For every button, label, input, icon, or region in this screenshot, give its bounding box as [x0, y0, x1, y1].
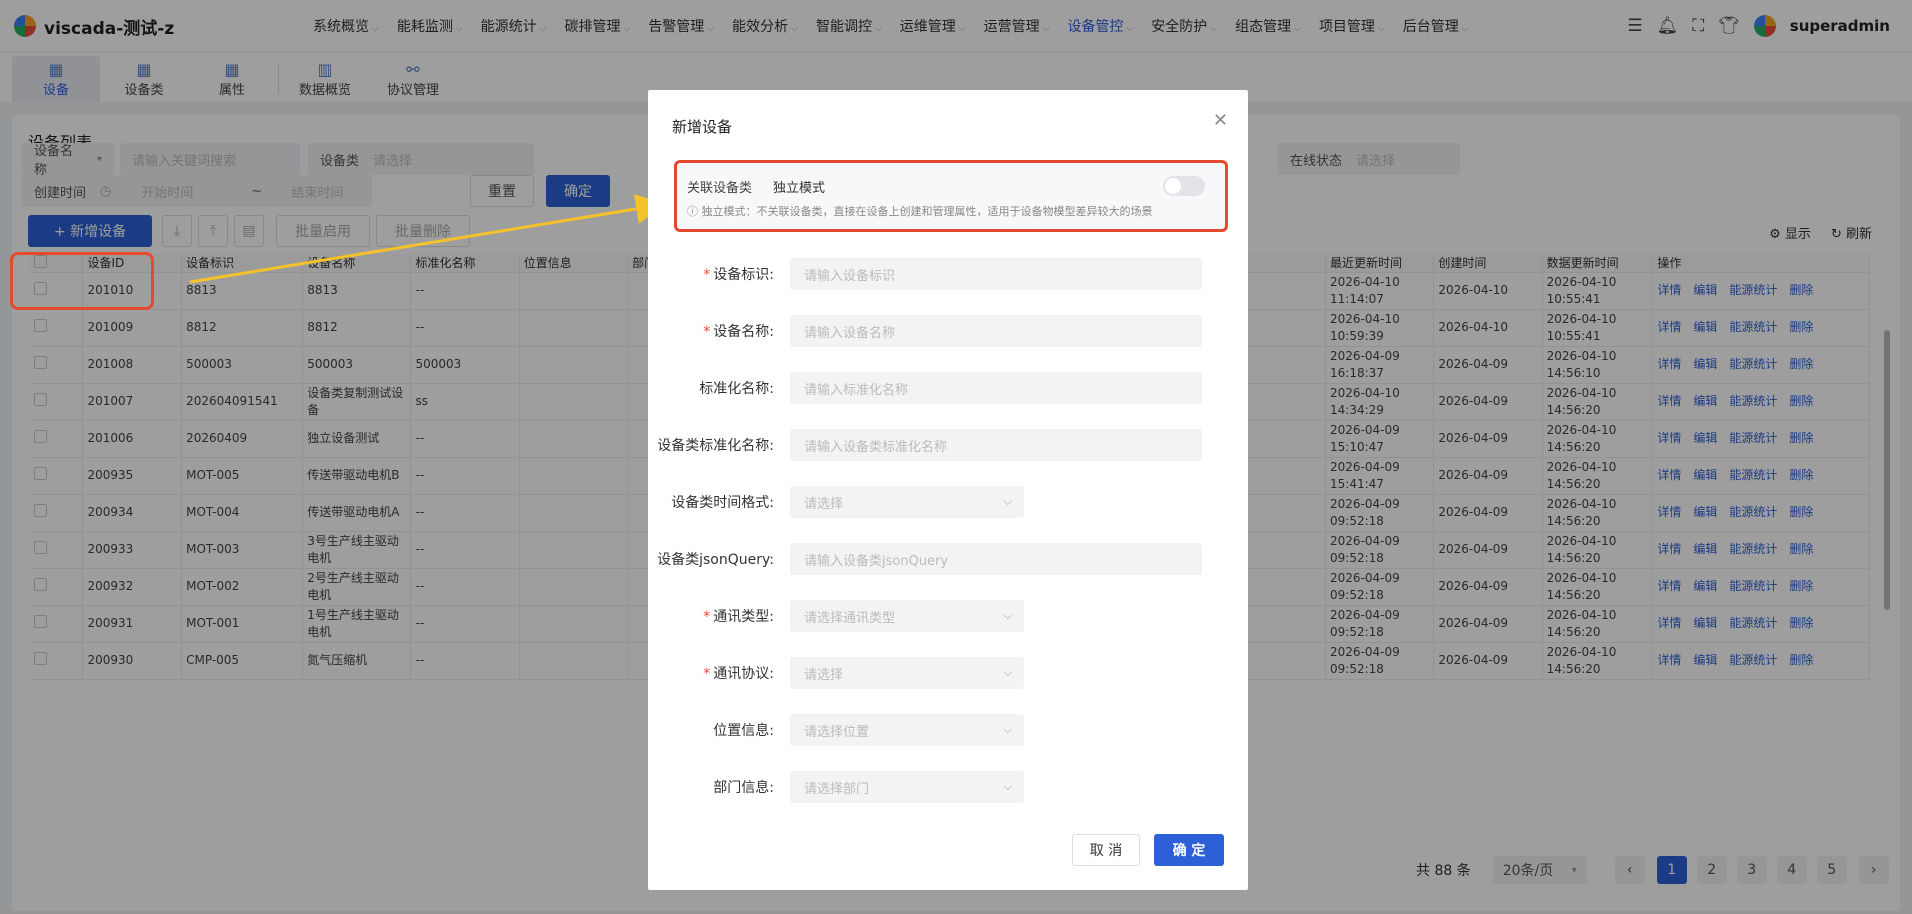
form-label: 位置信息: [713, 723, 774, 739]
form-label: * 设备名称: [703, 324, 774, 340]
form-label: 设备类jsonQuery: [657, 552, 774, 568]
mode-tip: ⓘ 独立模式：不关联设备类，直接在设备上创建和管理属性，适用于设备物模型差异较大… [687, 205, 1153, 218]
form-input[interactable]: 请输入设备名称 [790, 315, 1202, 347]
form-label: 部门信息: [713, 780, 774, 796]
confirm-button[interactable]: 确 定 [1154, 834, 1224, 866]
form-row: 标准化名称: 请输入标准化名称 [648, 372, 1202, 404]
chevron-down-icon: ⌵ [1003, 495, 1012, 508]
form-row: * 通讯类型: 请选择通讯类型 ⌵ [648, 600, 1024, 632]
form-row: * 设备名称: 请输入设备名称 [648, 315, 1202, 347]
chevron-down-icon: ⌵ [1003, 723, 1012, 736]
required-mark: * [703, 666, 711, 682]
required-mark: * [703, 267, 711, 283]
required-mark: * [703, 609, 711, 625]
mode-label: 关联设备类 [687, 181, 753, 196]
form-input[interactable]: 请输入设备标识 [790, 258, 1202, 290]
info-icon: ⓘ [687, 205, 698, 218]
form-row: 位置信息: 请选择位置 ⌵ [648, 714, 1024, 746]
cancel-button[interactable]: 取 消 [1072, 834, 1140, 866]
mode-section: 关联设备类 独立模式 ⓘ 独立模式：不关联设备类，直接在设备上创建和管理属性，适… [674, 160, 1228, 232]
form-select[interactable]: 请选择部门 ⌵ [790, 771, 1024, 803]
form-label: * 通讯类型: [703, 609, 774, 625]
chevron-down-icon: ⌵ [1003, 609, 1012, 622]
required-mark: * [703, 324, 711, 340]
form-select[interactable]: 请选择通讯类型 ⌵ [790, 600, 1024, 632]
form-row: * 通讯协议: 请选择 ⌵ [648, 657, 1024, 689]
chevron-down-icon: ⌵ [1003, 780, 1012, 793]
form-row: 部门信息: 请选择部门 ⌵ [648, 771, 1024, 803]
form-row: 设备类时间格式: 请选择 ⌵ [648, 486, 1024, 518]
form-row: * 设备标识: 请输入设备标识 [648, 258, 1202, 290]
form-select[interactable]: 请选择 ⌵ [790, 657, 1024, 689]
form-select[interactable]: 请选择 ⌵ [790, 486, 1024, 518]
close-icon[interactable]: ✕ [1213, 110, 1228, 131]
form-label: 设备类标准化名称: [657, 438, 774, 454]
form-label: * 通讯协议: [703, 666, 774, 682]
form-row: 设备类标准化名称: 请输入设备类标准化名称 [648, 429, 1202, 461]
modal-title: 新增设备 [672, 118, 733, 136]
form-label: 设备类时间格式: [671, 495, 774, 511]
form-row: 设备类jsonQuery: 请输入设备类jsonQuery [648, 543, 1202, 575]
form-label: 标准化名称: [699, 381, 774, 397]
link-device-class-toggle[interactable] [1163, 176, 1205, 196]
form-select[interactable]: 请选择位置 ⌵ [790, 714, 1024, 746]
chevron-down-icon: ⌵ [1003, 666, 1012, 679]
form-label: * 设备标识: [703, 267, 774, 283]
mode-value: 独立模式 [773, 181, 826, 196]
form-input[interactable]: 请输入设备类jsonQuery [790, 543, 1202, 575]
form-input[interactable]: 请输入标准化名称 [790, 372, 1202, 404]
form-input[interactable]: 请输入设备类标准化名称 [790, 429, 1202, 461]
add-device-modal: 新增设备 ✕ 关联设备类 独立模式 ⓘ 独立模式：不关联设备类，直接在设备上创建… [648, 90, 1248, 890]
